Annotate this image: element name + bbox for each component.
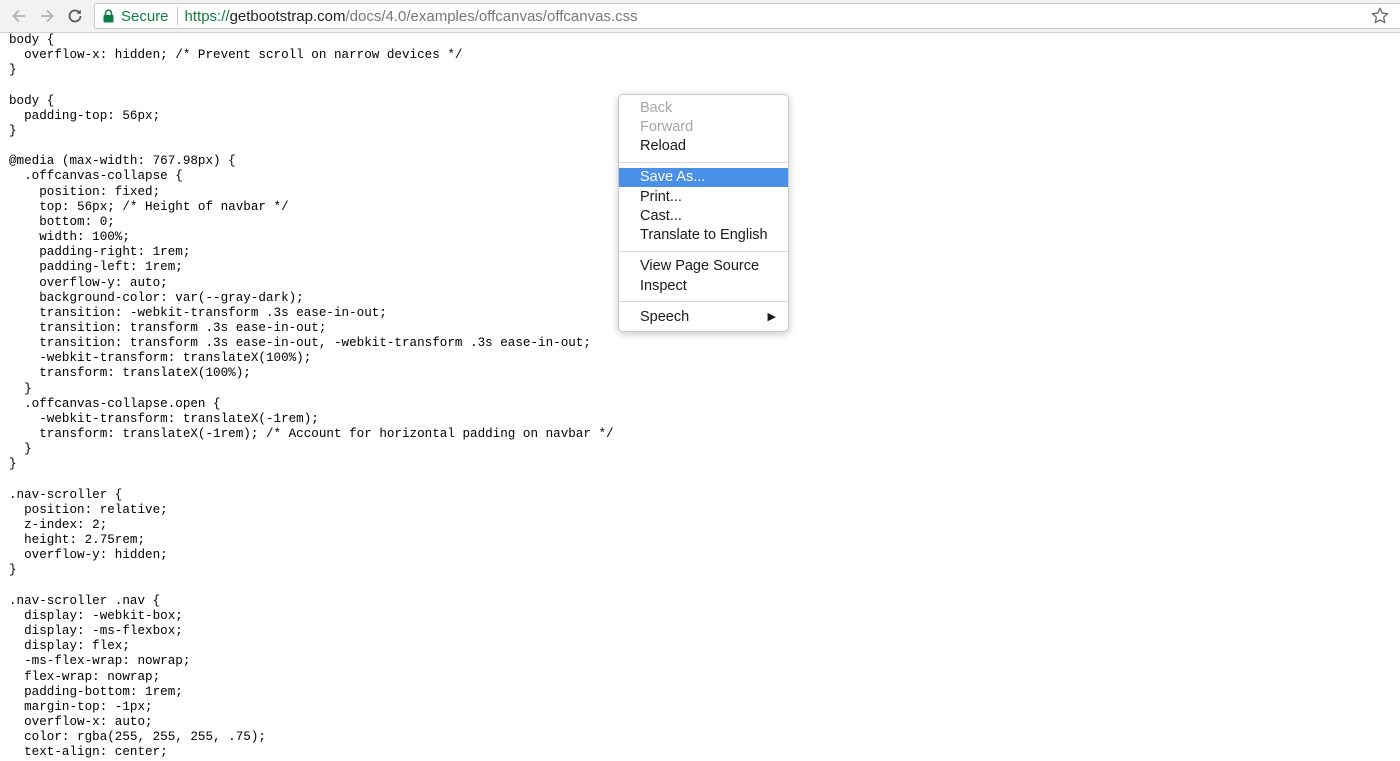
context-menu: Back Forward Reload Save As... Print... … (618, 94, 789, 332)
url-host: getbootstrap.com (229, 7, 346, 25)
lock-icon (103, 8, 115, 24)
menu-item-reload[interactable]: Reload (619, 137, 788, 156)
menu-item-speech[interactable]: Speech ▶ (619, 308, 788, 327)
arrow-left-icon (12, 9, 25, 23)
secure-label: Secure (121, 7, 169, 25)
menu-separator (619, 251, 788, 252)
url-path: /docs/4.0/examples/offcanvas/offcanvas.c… (345, 7, 638, 25)
bookmark-star-icon[interactable] (1370, 6, 1390, 30)
url-scheme: https:// (184, 7, 230, 25)
menu-item-forward[interactable]: Forward (619, 118, 788, 137)
address-divider (176, 7, 178, 25)
menu-item-view-source[interactable]: View Page Source (619, 257, 788, 276)
menu-separator (619, 162, 788, 163)
menu-item-back[interactable]: Back (619, 99, 788, 118)
menu-item-cast[interactable]: Cast... (619, 207, 788, 226)
browser-toolbar: Secure https://getbootstrap.com/docs/4.0… (0, 0, 1400, 33)
menu-item-inspect[interactable]: Inspect (619, 277, 788, 296)
forward-button[interactable] (35, 4, 59, 28)
menu-separator (619, 301, 788, 302)
back-button[interactable] (7, 4, 31, 28)
menu-item-translate[interactable]: Translate to English (619, 226, 788, 245)
reload-icon (68, 9, 82, 23)
submenu-arrow-icon: ▶ (767, 311, 776, 323)
css-source-text: body { overflow-x: hidden; /* Prevent sc… (9, 33, 614, 760)
menu-item-speech-label: Speech (640, 309, 690, 325)
reload-button[interactable] (63, 4, 87, 28)
menu-item-print[interactable]: Print... (619, 188, 788, 207)
arrow-right-icon (41, 9, 54, 23)
menu-item-save-as[interactable]: Save As... (619, 168, 788, 187)
address-bar[interactable]: Secure https://getbootstrap.com/docs/4.0… (94, 3, 1400, 29)
